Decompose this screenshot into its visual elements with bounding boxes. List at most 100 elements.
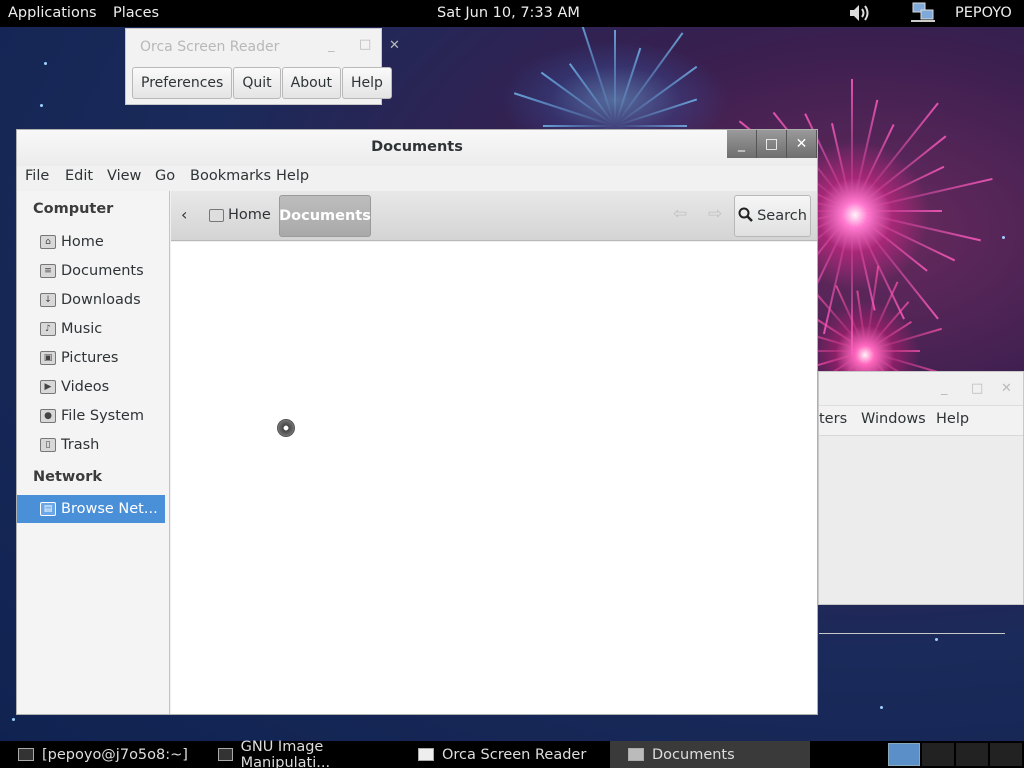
sidebar-item-label: Trash xyxy=(61,437,100,453)
menu-filters[interactable]: ters xyxy=(819,411,847,427)
documents-folder-icon: ≡ xyxy=(40,264,56,278)
help-button[interactable]: Help xyxy=(342,67,392,99)
maximize-icon[interactable]: □ xyxy=(359,37,371,52)
minimize-icon[interactable]: _ xyxy=(941,381,948,396)
menu-file[interactable]: File xyxy=(25,168,49,184)
star xyxy=(935,638,938,641)
file-view[interactable] xyxy=(171,242,817,714)
menu-go[interactable]: Go xyxy=(155,168,175,184)
sidebar-item-label: File System xyxy=(61,408,144,424)
path-toolbar: ‹ Home Documents ⇦ ⇨ Search xyxy=(171,191,817,241)
workspace-4[interactable] xyxy=(990,743,1022,766)
sidebar-item-browse-network[interactable]: ▤ Browse Net... xyxy=(17,495,165,523)
preferences-button[interactable]: Preferences xyxy=(132,67,233,99)
path-current-button[interactable]: Documents xyxy=(279,195,371,237)
window-titlebar[interactable]: Documents _ □ ✕ xyxy=(17,130,817,166)
close-icon[interactable]: ✕ xyxy=(787,130,817,158)
divider xyxy=(819,633,1005,634)
firework-ray xyxy=(852,210,942,212)
top-panel: Applications Places Sat Jun 10, 7:33 AM … xyxy=(0,0,1024,27)
menu-view[interactable]: View xyxy=(107,168,141,184)
orca-button-row: Preferences Quit About Help xyxy=(132,67,392,99)
background-window: _ □ ✕ ters Windows Help xyxy=(818,371,1024,634)
workspace-1[interactable] xyxy=(888,743,920,766)
speaker-icon[interactable] xyxy=(848,2,872,28)
star xyxy=(880,706,883,709)
orca-window: Orca Screen Reader _ □ ✕ Preferences Qui… xyxy=(125,28,400,105)
sidebar-item-pictures[interactable]: ▣ Pictures xyxy=(17,344,169,372)
star xyxy=(44,62,47,65)
sidebar-item-label: Downloads xyxy=(61,292,141,308)
sidebar-item-label: Documents xyxy=(61,263,144,279)
task-label: GNU Image Manipulati... xyxy=(240,738,331,768)
sidebar-item-downloads[interactable]: ↓ Downloads xyxy=(17,286,169,314)
music-folder-icon: ♪ xyxy=(40,322,56,336)
file-manager-window: Documents _ □ ✕ File Edit View Go Bookma… xyxy=(16,129,818,715)
minimize-icon[interactable]: _ xyxy=(328,38,335,53)
menu-windows[interactable]: Windows xyxy=(861,411,926,427)
about-button[interactable]: About xyxy=(281,67,342,99)
network-computers-icon: ▤ xyxy=(40,502,56,516)
sidebar-item-label: Home xyxy=(61,234,104,250)
orca-window-title: Orca Screen Reader xyxy=(140,39,280,55)
task-terminal[interactable]: [pepoyo@j7o5o8:~] xyxy=(0,741,200,768)
path-home-label: Home xyxy=(228,207,271,223)
minimize-icon[interactable]: _ xyxy=(727,130,757,158)
menu-help[interactable]: Help xyxy=(276,168,309,184)
workspace-3[interactable] xyxy=(956,743,988,766)
task-label: [pepoyo@j7o5o8:~] xyxy=(42,746,188,763)
videos-folder-icon: ▶ xyxy=(40,380,56,394)
window-title: Documents xyxy=(371,139,463,155)
back-arrow-icon[interactable]: ⇦ xyxy=(673,204,687,224)
sidebar-item-label: Pictures xyxy=(61,350,119,366)
close-icon[interactable]: ✕ xyxy=(389,38,400,53)
sidebar-item-music[interactable]: ♪ Music xyxy=(17,315,169,343)
applications-menu[interactable]: Applications xyxy=(8,5,97,21)
sidebar-header-network: Network xyxy=(33,469,103,485)
sidebar-item-file-system[interactable]: ● File System xyxy=(17,402,169,430)
window-controls: _ □ ✕ xyxy=(727,130,817,158)
forward-arrow-icon[interactable]: ⇨ xyxy=(708,204,722,224)
maximize-icon[interactable]: □ xyxy=(757,130,787,158)
menu-help[interactable]: Help xyxy=(936,411,969,427)
menu-bookmarks[interactable]: Bookmarks xyxy=(190,168,271,184)
path-home-button[interactable]: Home xyxy=(209,207,271,223)
places-sidebar: Computer ⌂ Home ≡ Documents ↓ Downloads ♪ Mu… xyxy=(17,191,170,714)
sidebar-item-videos[interactable]: ▶ Videos xyxy=(17,373,169,401)
quit-button[interactable]: Quit xyxy=(233,67,281,99)
maximize-icon[interactable]: □ xyxy=(971,381,983,396)
home-folder-icon: ⌂ xyxy=(40,235,56,249)
sidebar-item-trash[interactable]: ▯ Trash xyxy=(17,431,169,459)
task-label: Documents xyxy=(652,746,735,763)
task-documents[interactable]: Documents xyxy=(610,741,810,768)
firework-ray xyxy=(543,125,615,127)
home-folder-icon xyxy=(209,208,224,222)
menubar: File Edit View Go Bookmarks Help xyxy=(17,166,817,191)
places-menu[interactable]: Places xyxy=(113,5,159,21)
sidebar-item-home[interactable]: ⌂ Home xyxy=(17,228,169,256)
workspace-2[interactable] xyxy=(922,743,954,766)
menu-edit[interactable]: Edit xyxy=(65,168,93,184)
firework-ray xyxy=(614,30,616,126)
task-gimp[interactable]: GNU Image Manipulati... xyxy=(200,738,400,768)
downloads-folder-icon: ↓ xyxy=(40,293,56,307)
close-icon[interactable]: ✕ xyxy=(1001,381,1012,396)
background-window-titlebar[interactable]: _ □ ✕ xyxy=(819,372,1023,406)
star xyxy=(1002,236,1005,239)
network-icon[interactable] xyxy=(910,2,936,28)
background-window-menubar: ters Windows Help xyxy=(819,406,1023,436)
task-orca[interactable]: Orca Screen Reader xyxy=(400,741,610,768)
sidebar-item-documents[interactable]: ≡ Documents xyxy=(17,257,169,285)
sidebar-item-label: Videos xyxy=(61,379,110,395)
sidebar-item-label: Music xyxy=(61,321,103,337)
clock[interactable]: Sat Jun 10, 7:33 AM xyxy=(437,5,580,21)
taskbar: [pepoyo@j7o5o8:~] GNU Image Manipulati..… xyxy=(0,738,1024,768)
chevron-left-icon[interactable]: ‹ xyxy=(181,205,187,224)
folder-icon xyxy=(628,748,644,761)
terminal-icon xyxy=(18,748,34,761)
star xyxy=(12,718,15,721)
search-button[interactable]: Search xyxy=(734,195,811,237)
user-menu[interactable]: PEPOYO xyxy=(955,5,1012,21)
busy-cursor-icon xyxy=(277,419,295,437)
background-window-content xyxy=(819,436,1023,634)
